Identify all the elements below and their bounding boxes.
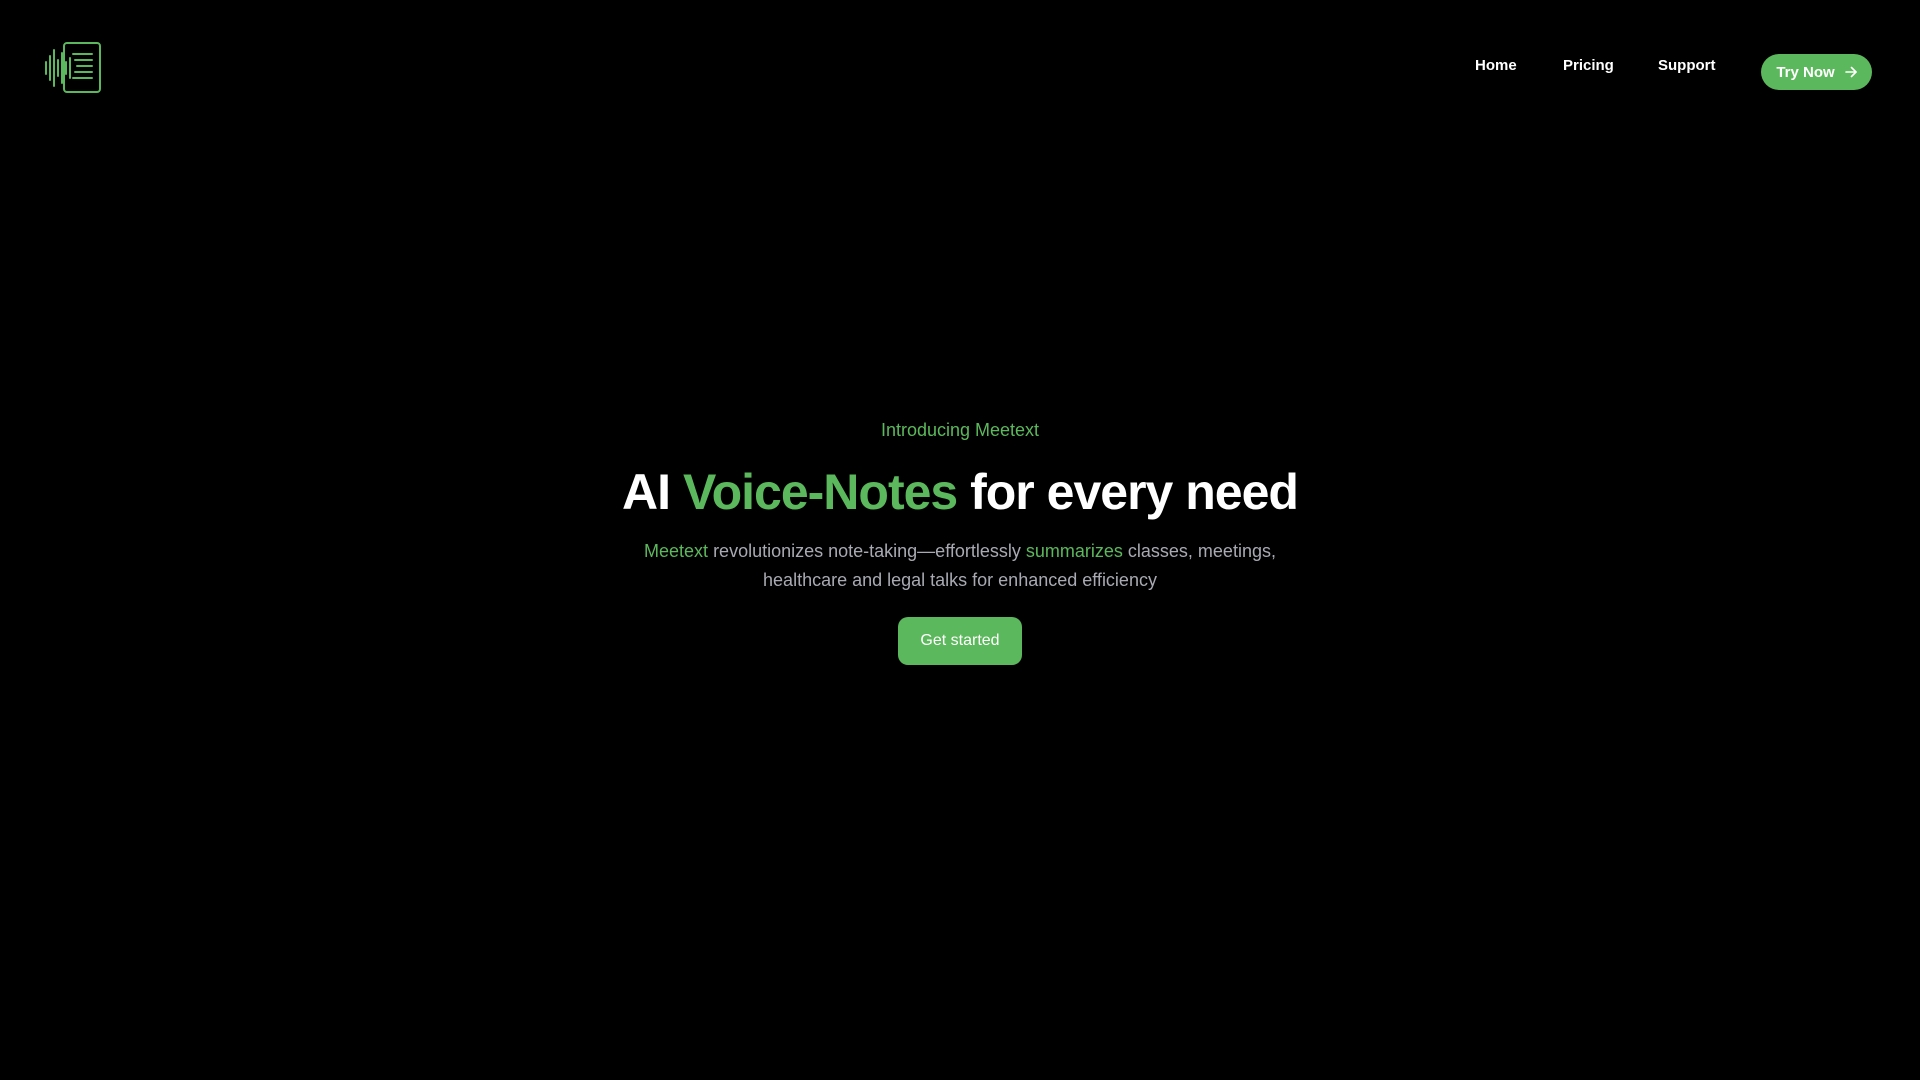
hero-description: Meetext revolutionizes note-taking—effor… (610, 537, 1310, 595)
nav-pricing-link[interactable]: Pricing (1563, 54, 1614, 78)
waveform-document-icon[interactable] (44, 42, 102, 94)
headline-part1: AI (622, 464, 683, 520)
arrow-right-icon (1844, 66, 1857, 78)
description-text1: revolutionizes note-taking—effortlessly (708, 541, 1026, 561)
try-now-button[interactable]: Try Now (1761, 54, 1872, 90)
headline-part2: for every need (957, 464, 1299, 520)
description-brand: Meetext (644, 541, 709, 561)
get-started-button[interactable]: Get started (898, 617, 1022, 665)
headline-accent: Voice-Notes (682, 464, 958, 520)
description-highlight: summarizes (1025, 541, 1123, 561)
nav-home-link[interactable]: Home (1475, 54, 1517, 78)
hero-headline: AI Voice-Notes for every need (0, 462, 1920, 522)
try-now-label: Try Now (1776, 63, 1835, 81)
landing-page: Home Pricing Support Try Now Introducing… (0, 0, 1920, 1080)
hero-eyebrow: Introducing Meetext (880, 420, 1040, 440)
nav-support-link[interactable]: Support (1658, 54, 1716, 78)
